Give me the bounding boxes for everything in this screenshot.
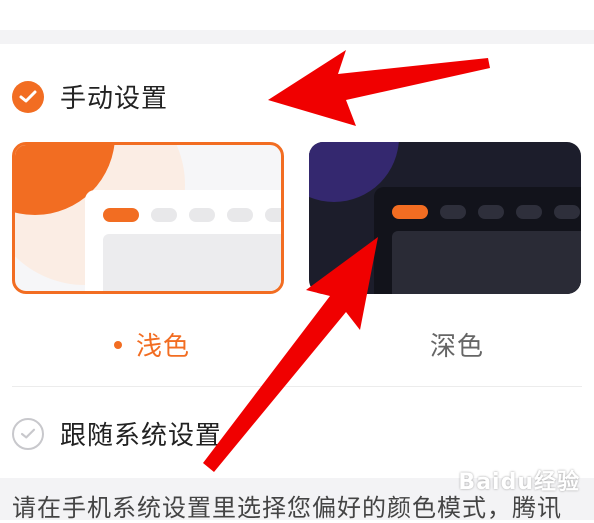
baidu-watermark: Baidu经验 (458, 470, 580, 495)
divider (12, 386, 582, 387)
preview-window (374, 187, 581, 294)
unchecked-circle-icon (12, 417, 44, 450)
preview-tab (516, 205, 542, 219)
manual-setting-option[interactable]: 手动设置 (12, 78, 168, 115)
preview-content (103, 234, 281, 291)
light-theme-card[interactable] (12, 142, 284, 294)
preview-tabs (103, 208, 281, 222)
follow-system-label: 跟随系统设置 (60, 421, 223, 451)
top-strip (0, 0, 594, 30)
light-theme-label[interactable]: 浅色 (114, 326, 190, 363)
preview-content (392, 231, 581, 294)
selected-dot-icon (114, 340, 122, 349)
preview-tabs (392, 205, 580, 219)
preview-tab (478, 205, 504, 219)
preview-tab (151, 208, 177, 222)
light-theme-text: 浅色 (136, 332, 191, 362)
preview-tab (440, 205, 466, 219)
preview-tab-active (392, 205, 428, 219)
preview-window (85, 190, 281, 291)
preview-tab (554, 205, 580, 219)
dark-theme-card[interactable] (309, 142, 581, 294)
preview-tab (189, 208, 215, 222)
dark-theme-text: 深色 (430, 332, 485, 362)
checked-circle-icon (12, 80, 44, 113)
follow-system-option[interactable]: 跟随系统设置 (12, 415, 222, 452)
dark-theme-label[interactable]: 深色 (430, 326, 484, 363)
preview-tab-active (103, 208, 139, 222)
section-divider (0, 30, 594, 44)
manual-setting-label: 手动设置 (60, 84, 169, 114)
preview-tab (227, 208, 253, 222)
arrow-pointing-left-icon (268, 50, 490, 126)
preview-tab (265, 208, 281, 222)
